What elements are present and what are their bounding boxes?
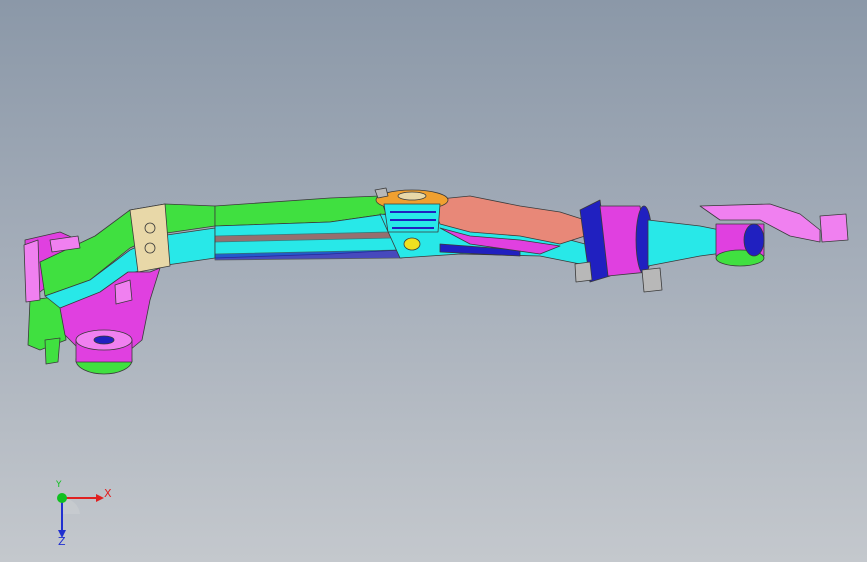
- orientation-triad: X Y Z: [40, 480, 120, 550]
- left-bushing[interactable]: [75, 329, 133, 375]
- center-cross-member[interactable]: [214, 195, 403, 261]
- x-axis-label: X: [104, 487, 112, 500]
- cad-graphics-viewport[interactable]: X Y Z: [0, 0, 867, 562]
- subframe-3d-model[interactable]: [0, 0, 867, 562]
- right-bushing-rear[interactable]: [715, 223, 765, 267]
- y-axis-label: Y: [56, 480, 62, 490]
- z-axis-label: Z: [58, 535, 66, 548]
- y-axis-dot: [57, 493, 67, 503]
